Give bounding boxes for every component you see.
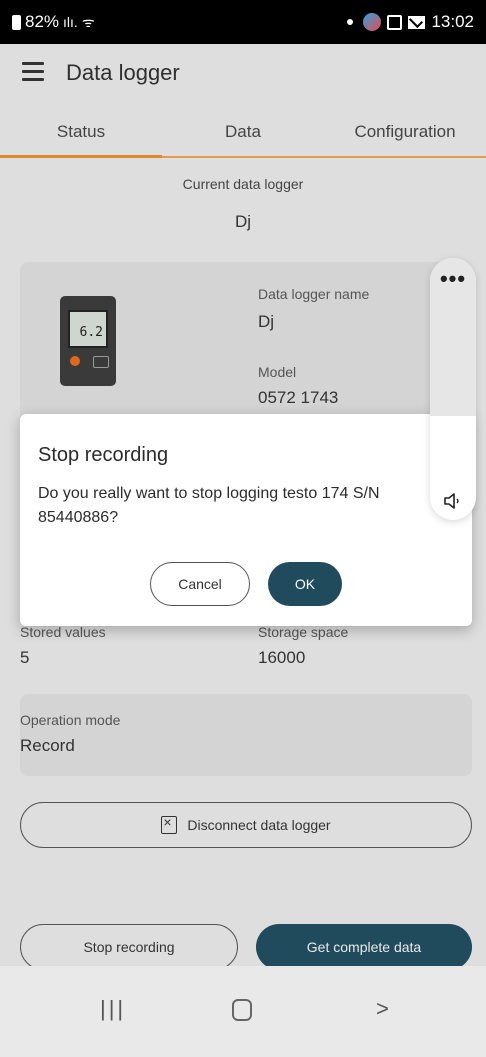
stop-recording-dialog: Stop recording Do you really want to sto… <box>20 414 472 626</box>
model-label: Model <box>258 364 297 380</box>
battery-percent: 82% <box>25 12 60 31</box>
tab-configuration[interactable]: Configuration <box>324 104 486 158</box>
current-logger-label: Current data logger <box>182 176 304 192</box>
data-logger-device-image: 6.2 <box>60 296 116 386</box>
operation-mode-value: Record <box>20 736 75 755</box>
dialog-title: Stop recording <box>38 444 169 466</box>
mail-icon <box>408 15 426 29</box>
stored-values-value: 5 <box>20 648 30 667</box>
operation-mode-card: Operation mode Record <box>20 694 472 776</box>
storage-space-value: 16000 <box>258 648 306 667</box>
device-display: 6.2 <box>68 310 108 348</box>
recents-icon[interactable]: ||| <box>100 996 126 1022</box>
disconnect-icon <box>161 814 178 834</box>
gallery-notification-icon <box>387 14 403 30</box>
back-icon[interactable]: > <box>376 996 389 1022</box>
app-root: 82% ılı. ᯤ 13:02 Data logger Status Data… <box>0 0 486 1057</box>
stored-values-label: Stored values <box>20 624 106 640</box>
dialog-message: Do you really want to stop logging testo… <box>38 485 380 526</box>
current-logger-value: Dj <box>234 212 252 231</box>
speaker-icon[interactable] <box>430 490 476 517</box>
get-complete-data-label: Get complete data <box>306 939 422 955</box>
notification-dot-icon <box>347 19 354 25</box>
clock: 13:02 <box>431 12 474 31</box>
device-go-button <box>93 356 109 368</box>
logger-name-label: Data logger name <box>258 286 370 302</box>
tab-bar: Status Data Configuration <box>0 104 486 158</box>
wifi-icon: ᯤ <box>81 13 95 30</box>
more-options-icon[interactable]: ••• <box>430 266 476 292</box>
model-value: 0572 1743 <box>258 388 339 407</box>
logger-name-value: Dj <box>258 312 275 331</box>
disconnect-label: Disconnect data logger <box>187 817 331 833</box>
stop-recording-label: Stop recording <box>83 939 175 955</box>
status-bar: 82% ılı. ᯤ 13:02 <box>0 0 486 44</box>
operation-mode-label: Operation mode <box>20 712 121 728</box>
device-led <box>70 356 80 366</box>
menu-icon[interactable] <box>22 62 44 82</box>
app-notification-icon <box>363 13 382 31</box>
status-bar-right: 13:02 <box>347 12 474 32</box>
dialog-ok-button[interactable]: OK <box>268 562 342 606</box>
system-nav-bar: ||| > <box>0 966 486 1057</box>
battery-icon <box>12 14 21 30</box>
disconnect-logger-button[interactable]: Disconnect data logger <box>20 802 472 848</box>
stop-recording-button[interactable]: Stop recording <box>20 924 238 970</box>
status-bar-left: 82% ılı. ᯤ <box>12 12 95 32</box>
tab-data[interactable]: Data <box>162 104 324 158</box>
page-title: Data logger <box>66 60 180 85</box>
home-icon[interactable] <box>232 999 252 1021</box>
storage-space-label: Storage space <box>258 624 349 640</box>
signal-icon: ılı. <box>63 14 78 30</box>
tab-status[interactable]: Status <box>0 104 162 158</box>
app-bar: Data logger <box>0 44 486 104</box>
get-complete-data-button[interactable]: Get complete data <box>256 924 472 970</box>
volume-slider[interactable]: ••• <box>430 258 476 520</box>
dialog-cancel-button[interactable]: Cancel <box>150 562 250 606</box>
